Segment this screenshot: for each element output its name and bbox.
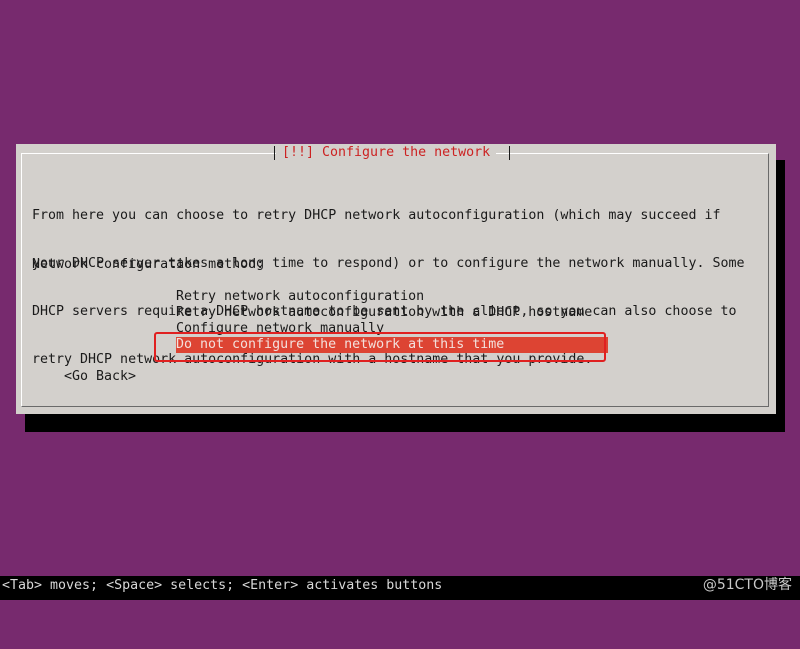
option-retry-with-hostname[interactable]: Retry network autoconfiguration with a D… bbox=[176, 305, 608, 321]
dialog-title: [!!] Configure the network bbox=[276, 144, 497, 162]
footer-bar: <Tab> moves; <Space> selects; <Enter> ac… bbox=[0, 576, 800, 600]
method-label: Network configuration method: bbox=[32, 257, 265, 272]
watermark: @51CTO博客 bbox=[702, 577, 792, 593]
title-right-bar bbox=[509, 146, 510, 160]
method-option-list: Retry network autoconfiguration Retry ne… bbox=[176, 289, 608, 353]
option-retry-autoconfig[interactable]: Retry network autoconfiguration bbox=[176, 289, 608, 305]
configure-network-dialog: [!!] Configure the network From here you… bbox=[16, 144, 776, 414]
go-back-button[interactable]: <Go Back> bbox=[64, 369, 136, 385]
description-text: From here you can choose to retry DHCP n… bbox=[32, 176, 762, 400]
installer-screen: [!!] Configure the network From here you… bbox=[0, 0, 800, 600]
description-line: From here you can choose to retry DHCP n… bbox=[32, 208, 721, 223]
title-left-bar bbox=[274, 146, 275, 160]
option-do-not-configure[interactable]: Do not configure the network at this tim… bbox=[176, 337, 608, 353]
description-line: retry DHCP network autoconfiguration wit… bbox=[32, 352, 593, 367]
footer-hint: <Tab> moves; <Space> selects; <Enter> ac… bbox=[2, 578, 443, 593]
option-configure-manually[interactable]: Configure network manually bbox=[176, 321, 608, 337]
